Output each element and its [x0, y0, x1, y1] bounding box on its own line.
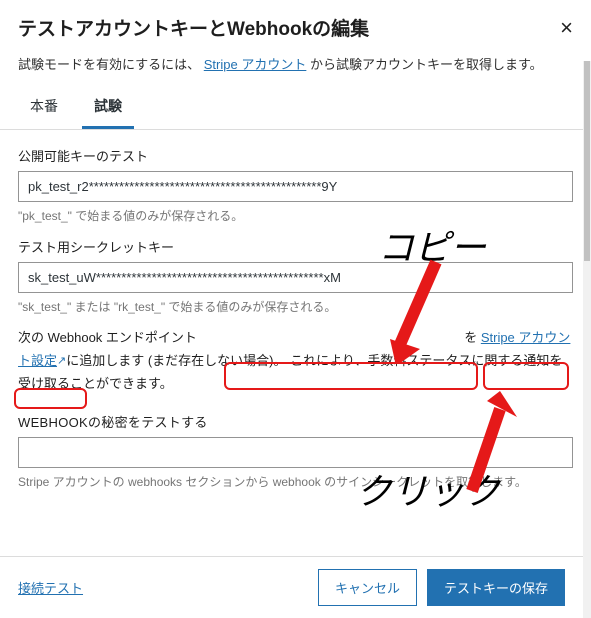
publishable-key-field: 公開可能キーのテスト "pk_test_" で始まる値のみが保存される。: [18, 146, 573, 225]
webhook-secret-label: WEBHOOKの秘密をテストする: [18, 412, 573, 431]
save-button[interactable]: テストキーの保存: [427, 569, 565, 606]
publishable-key-input[interactable]: [18, 171, 573, 202]
cancel-button[interactable]: キャンセル: [318, 569, 417, 606]
tabs-bar: 本番 試験: [0, 88, 591, 130]
intro-suffix: から試験アカウントキーを取得します。: [310, 57, 543, 72]
webhook-desc-suffix: に追加します (まだ存在しない場合)。 これにより、手数料ステータスに関する通知…: [18, 353, 562, 391]
webhook-desc-prefix: 次の Webhook エンドポイント: [18, 330, 197, 345]
connection-test-link[interactable]: 接続テスト: [18, 578, 83, 597]
secret-key-input[interactable]: [18, 262, 573, 293]
secret-key-label: テスト用シークレットキー: [18, 237, 573, 256]
scrollbar-track[interactable]: [583, 61, 591, 618]
tab-test[interactable]: 試験: [82, 88, 134, 129]
webhook-secret-field: WEBHOOKの秘密をテストする Stripe アカウントの webhooks …: [18, 412, 573, 491]
webhook-secret-input[interactable]: [18, 437, 573, 468]
secret-key-field: テスト用シークレットキー "sk_test_" または "rk_test_" で…: [18, 237, 573, 316]
scrollbar-thumb[interactable]: [584, 61, 590, 261]
dialog-title: テストアカウントキーとWebhookの編集: [18, 14, 369, 41]
close-icon[interactable]: ×: [560, 17, 573, 39]
external-link-icon: ↗: [57, 352, 66, 371]
webhook-description: 次の Webhook エンドポイント を Stripe アカウント設定 ↗に追加…: [18, 327, 573, 395]
stripe-account-link-top[interactable]: Stripe アカウント: [204, 57, 307, 72]
intro-text: 試験モードを有効にするには、 Stripe アカウント から試験アカウントキーを…: [0, 51, 591, 88]
webhook-endpoint-mask: [201, 330, 461, 345]
dialog-content: 公開可能キーのテスト "pk_test_" で始まる値のみが保存される。 テスト…: [0, 130, 591, 491]
webhook-secret-helper: Stripe アカウントの webhooks セクションから webhook の…: [18, 474, 573, 491]
secret-key-helper: "sk_test_" または "rk_test_" で始まる値のみが保存される。: [18, 299, 573, 316]
intro-prefix: 試験モードを有効にするには、: [18, 57, 200, 72]
tab-production[interactable]: 本番: [18, 88, 70, 129]
webhook-desc-middle: を: [464, 330, 477, 345]
dialog-footer: 接続テスト キャンセル テストキーの保存: [0, 556, 583, 618]
dialog-header: テストアカウントキーとWebhookの編集 ×: [0, 0, 591, 51]
publishable-key-label: 公開可能キーのテスト: [18, 146, 573, 165]
publishable-key-helper: "pk_test_" で始まる値のみが保存される。: [18, 208, 573, 225]
